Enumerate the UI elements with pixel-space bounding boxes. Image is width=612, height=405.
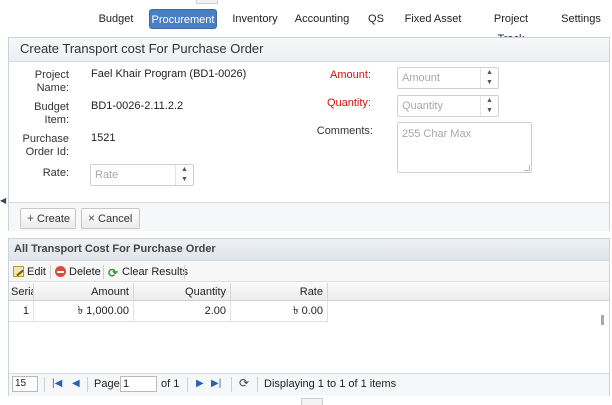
page-size-select[interactable]: 15 (12, 376, 38, 392)
amount-stepper[interactable]: ▲ ▼ (480, 68, 498, 88)
rate-placeholder: Rate (95, 169, 119, 181)
nav-item-accounting[interactable]: Accounting (294, 9, 350, 29)
cell-serial: 1 (9, 301, 34, 322)
comments-textarea[interactable]: 255 Char Max (397, 122, 532, 173)
quantity-input[interactable]: Quantity ▲ ▼ (397, 95, 499, 117)
grid-pager: 15 |◀ ◀ Page 1 of 1 ▶ ▶| ⟳ Displaying 1 … (9, 373, 609, 396)
page-number-input[interactable]: 1 (120, 376, 157, 392)
edit-button[interactable]: Edit (13, 264, 46, 280)
toolbar-divider (103, 265, 104, 279)
nav-item-inventory[interactable]: Inventory (231, 9, 279, 29)
comments-placeholder: 255 Char Max (402, 128, 472, 140)
bottom-collapse-handle[interactable] (301, 398, 323, 405)
pager-divider (87, 377, 88, 392)
refresh-icon: ⟳ (108, 266, 119, 280)
delete-button[interactable]: Delete (55, 264, 101, 280)
nav-collapse-handle[interactable] (196, 0, 218, 4)
transport-cost-grid: All Transport Cost For Purchase Order Ed… (8, 238, 610, 396)
prev-page-icon[interactable]: ◀ (72, 378, 80, 390)
project-name-label: Project Name: (34, 69, 69, 94)
stepper-up-icon[interactable]: ▲ (176, 165, 193, 175)
clear-results-label: Clear Results (122, 266, 189, 278)
refresh-icon[interactable]: ⟳ (239, 377, 249, 389)
quantity-label: Quantity: (326, 97, 371, 109)
rate-stepper[interactable]: ▲ ▼ (175, 165, 193, 185)
page-count-label: of 1 (161, 378, 180, 390)
stepper-up-icon[interactable]: ▲ (481, 96, 498, 106)
amount-label: Amount: (330, 69, 371, 81)
top-nav: Budget Procurement Inventory Accounting … (0, 0, 612, 45)
last-page-icon[interactable]: ▶| (211, 378, 221, 390)
grid-header-row: Serial Amount Quantity Rate (9, 283, 609, 301)
nav-item-fixed-asset[interactable]: Fixed Asset (404, 9, 462, 29)
nav-item-procurement[interactable]: Procurement (149, 9, 217, 29)
cell-rate: ৳ 0.00 (231, 301, 328, 322)
comments-label: Comments: (316, 125, 373, 137)
clear-results-button[interactable]: ⟳ Clear Results (108, 264, 188, 280)
pager-display-text: Displaying 1 to 1 of 1 items (264, 378, 397, 390)
budget-item-value: BD1-0026-2.11.2.2 (91, 100, 184, 112)
stepper-up-icon[interactable]: ▲ (481, 68, 498, 78)
amount-placeholder: Amount (402, 72, 440, 84)
form-button-bar: + Create × Cancel (9, 202, 609, 231)
collapse-arrow-icon[interactable]: ◀ (0, 196, 6, 205)
pager-divider (44, 377, 45, 392)
table-row[interactable]: 1 ৳ 1,000.00 2.00 ৳ 0.00 (9, 301, 609, 322)
rate-label: Rate: (42, 167, 69, 179)
vertical-scrollbar[interactable] (601, 315, 604, 325)
column-header-quantity[interactable]: Quantity (134, 283, 231, 301)
panel-title: Create Transport cost For Purchase Order (9, 38, 609, 62)
purchase-order-label: Purchase Order Id: (22, 133, 69, 158)
grid-title: All Transport Cost For Purchase Order (9, 239, 609, 261)
create-button[interactable]: + Create (20, 208, 76, 229)
create-transport-cost-panel: Create Transport cost For Purchase Order… (8, 37, 610, 231)
delete-button-label: Delete (69, 266, 101, 278)
first-page-icon[interactable]: |◀ (52, 378, 62, 390)
cancel-button-label: Cancel (98, 213, 133, 225)
cancel-button[interactable]: × Cancel (81, 208, 140, 229)
nav-item-settings[interactable]: Settings (559, 9, 603, 29)
pager-divider (187, 377, 188, 392)
cell-amount: ৳ 1,000.00 (34, 301, 134, 322)
stepper-down-icon[interactable]: ▼ (481, 78, 498, 88)
quantity-placeholder: Quantity (402, 100, 443, 112)
edit-icon (13, 266, 24, 277)
purchase-order-value: 1521 (91, 132, 116, 144)
edit-button-label: Edit (27, 266, 46, 278)
page-label: Page (94, 378, 120, 390)
nav-item-qs[interactable]: QS (365, 9, 387, 29)
cell-quantity: 2.00 (134, 301, 231, 322)
amount-input[interactable]: Amount ▲ ▼ (397, 67, 499, 89)
stepper-down-icon[interactable]: ▼ (481, 106, 498, 116)
column-header-serial[interactable]: Serial (9, 283, 34, 301)
quantity-stepper[interactable]: ▲ ▼ (480, 96, 498, 116)
grid-toolbar: Edit Delete ⟳ Clear Results (9, 262, 609, 282)
pager-divider (257, 377, 258, 392)
project-name-value: Fael Khair Program (BD1-0026) (91, 68, 247, 80)
stepper-down-icon[interactable]: ▼ (176, 175, 193, 185)
column-header-amount[interactable]: Amount (34, 283, 134, 301)
resize-grip-icon[interactable] (524, 165, 530, 171)
delete-icon (55, 266, 66, 277)
create-button-label: Create (37, 213, 71, 225)
close-icon: × (88, 211, 96, 225)
nav-item-project-track[interactable]: Project Track (479, 9, 543, 45)
plus-icon: + (27, 211, 35, 225)
nav-item-budget[interactable]: Budget (96, 9, 136, 29)
rate-input[interactable]: Rate ▲ ▼ (90, 164, 194, 186)
budget-item-label: Budget Item: (34, 101, 69, 126)
pager-divider (231, 377, 232, 392)
toolbar-divider (50, 265, 51, 279)
column-header-rate[interactable]: Rate (231, 283, 328, 301)
next-page-icon[interactable]: ▶ (196, 378, 204, 390)
toolbar-divider (184, 265, 185, 279)
